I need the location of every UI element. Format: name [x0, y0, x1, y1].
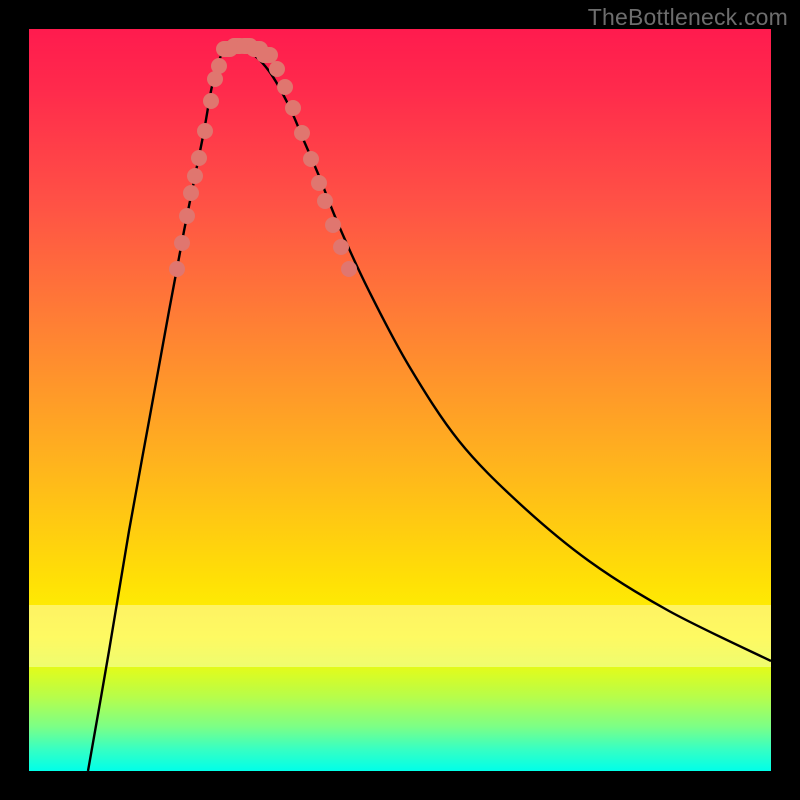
marker-dot [174, 235, 190, 251]
marker-dot [277, 79, 293, 95]
marker-dot [333, 239, 349, 255]
marker-dot [211, 58, 227, 74]
marker-dot [311, 175, 327, 191]
marker-dot [285, 100, 301, 116]
marker-dot [183, 185, 199, 201]
marker-dot [303, 151, 319, 167]
marker-dot [325, 217, 341, 233]
marker-dot [294, 125, 310, 141]
marker-dot [203, 93, 219, 109]
marker-dot [269, 61, 285, 77]
marker-dot [169, 261, 185, 277]
bottleneck-curve [29, 29, 771, 771]
chart-frame: TheBottleneck.com [0, 0, 800, 800]
marker-dot [317, 193, 333, 209]
marker-dot [341, 261, 357, 277]
marker-dot [179, 208, 195, 224]
marker-dot [191, 150, 207, 166]
watermark-text: TheBottleneck.com [588, 4, 788, 31]
chart-plot-area [29, 29, 771, 771]
marker-dot [197, 123, 213, 139]
marker-dot [187, 168, 203, 184]
